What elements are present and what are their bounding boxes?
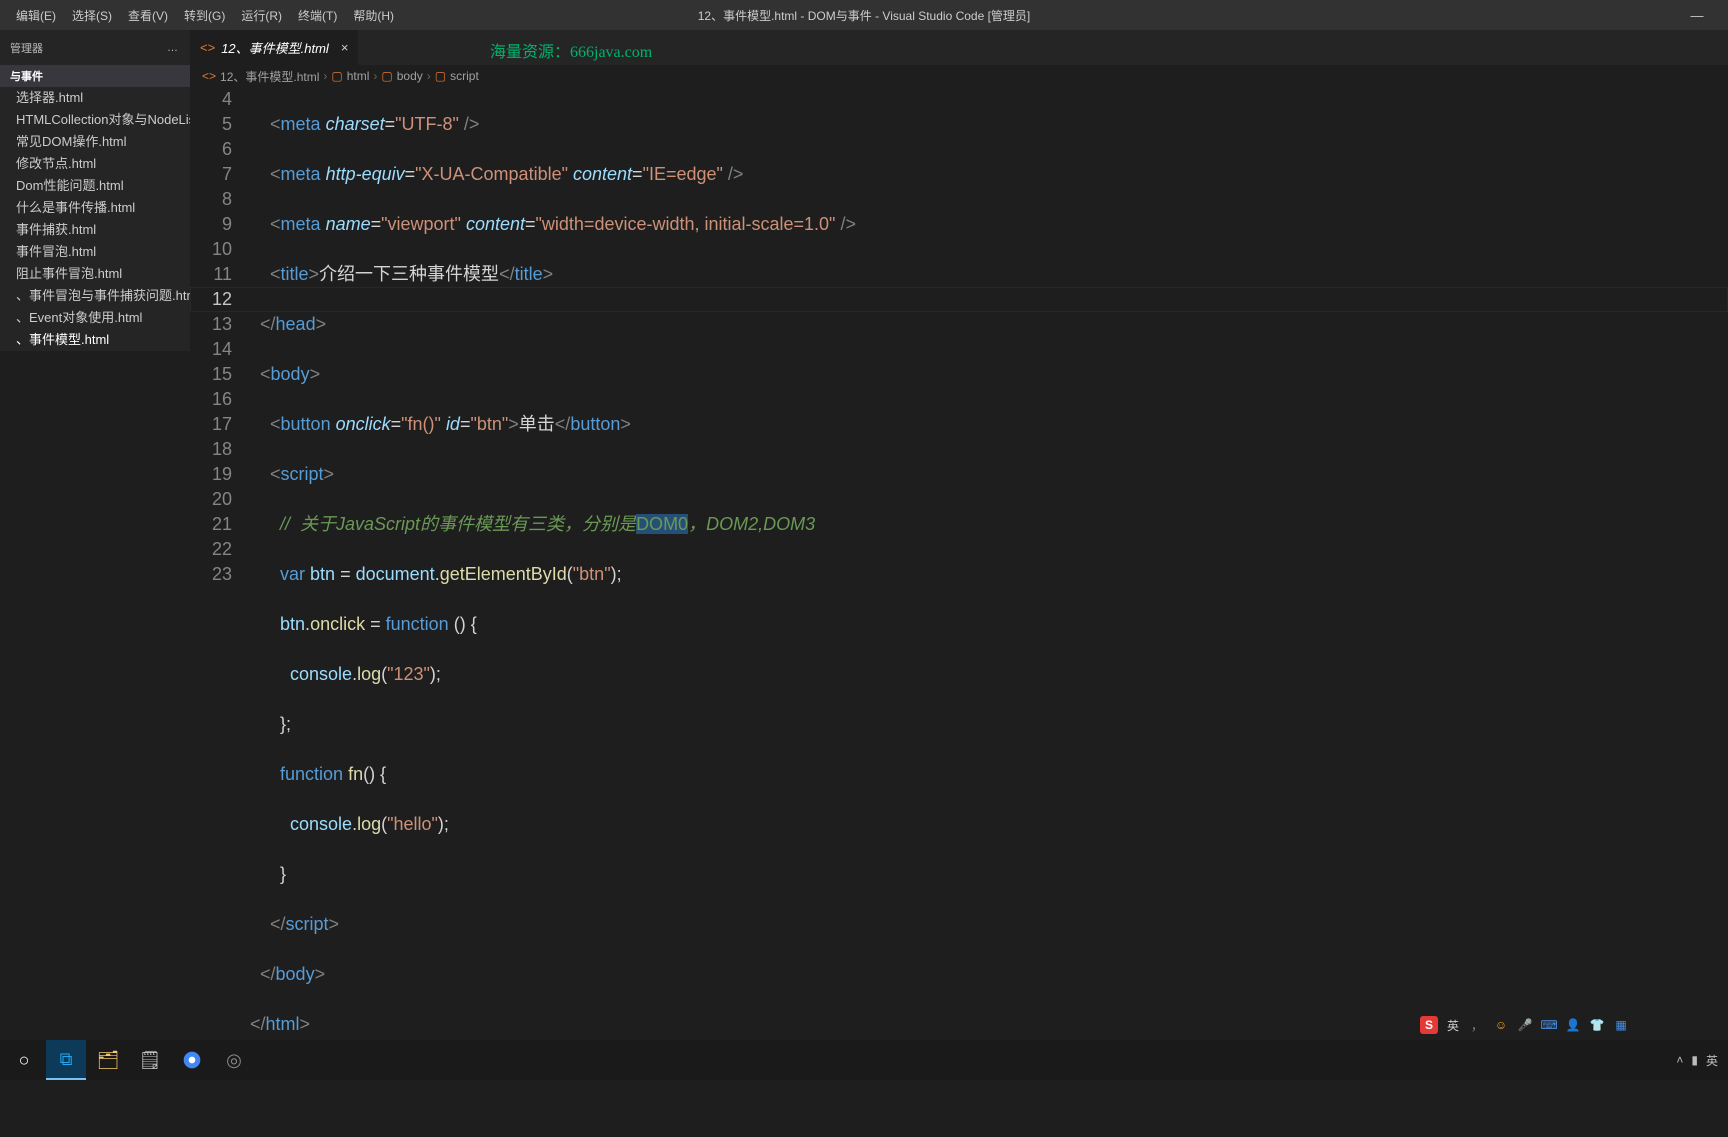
ime-punct-icon[interactable]: ， xyxy=(1468,1016,1486,1034)
menu-edit[interactable]: 编辑(E) xyxy=(8,7,64,24)
tray-battery-icon[interactable]: ▮ xyxy=(1691,1053,1698,1067)
file-item[interactable]: HTMLCollection对象与NodeList对象... xyxy=(0,109,190,131)
crumb[interactable]: 12、事件模型.html xyxy=(220,68,319,85)
ime-user-icon[interactable]: 👤 xyxy=(1564,1016,1582,1034)
menu-run[interactable]: 运行(R) xyxy=(233,7,290,24)
file-item[interactable]: 事件捕获.html xyxy=(0,219,190,241)
menu-view[interactable]: 查看(V) xyxy=(120,7,176,24)
sogou-icon[interactable]: S xyxy=(1420,1016,1438,1034)
cortana-icon[interactable]: ○ xyxy=(4,1040,44,1080)
tray-lang-icon[interactable]: 英 xyxy=(1706,1052,1718,1069)
menu-bar: 编辑(E) 选择(S) 查看(V) 转到(G) 运行(R) 终端(T) 帮助(H… xyxy=(0,0,1728,30)
tag-icon: ▢ xyxy=(381,69,392,83)
windows-taskbar: ○ ⧉ 🗂 🗒 ◎ ˄ ▮ 英 xyxy=(0,1040,1728,1080)
editor-tabs: <> 12、事件模型.html × xyxy=(190,30,1728,65)
vscode-taskbar-icon[interactable]: ⧉ xyxy=(46,1040,86,1080)
explorer-label: 管理器 xyxy=(10,40,43,56)
ime-lang[interactable]: 英 xyxy=(1444,1016,1462,1034)
ime-toolbox-icon[interactable]: ▦ xyxy=(1612,1016,1630,1034)
code-editor[interactable]: 4567891011121314151617181920212223 <meta… xyxy=(190,87,1728,1040)
ime-emoji-icon[interactable]: ☺ xyxy=(1492,1016,1510,1034)
code-content[interactable]: <meta charset="UTF-8" /> <meta http-equi… xyxy=(250,87,1728,1137)
explorer-more-icon[interactable]: … xyxy=(167,42,180,54)
crumb[interactable]: html xyxy=(347,69,370,83)
menu-help[interactable]: 帮助(H) xyxy=(345,7,402,24)
crumb[interactable]: script xyxy=(450,69,479,83)
folder-section[interactable]: 与事件 xyxy=(0,65,190,87)
html-file-icon: <> xyxy=(200,40,215,55)
file-explorer-icon[interactable]: 🗂 xyxy=(88,1040,128,1080)
tag-icon: ▢ xyxy=(331,69,342,83)
file-item[interactable]: 修改节点.html xyxy=(0,153,190,175)
explorer-header: 管理器 … xyxy=(0,30,190,65)
ime-voice-icon[interactable]: 🎤 xyxy=(1516,1016,1534,1034)
file-item[interactable]: 、事件冒泡与事件捕获问题.html xyxy=(0,285,190,307)
chrome-icon[interactable] xyxy=(172,1040,212,1080)
tag-icon: ▢ xyxy=(435,69,446,83)
close-tab-icon[interactable]: × xyxy=(341,40,349,55)
file-item[interactable]: 事件冒泡.html xyxy=(0,241,190,263)
menu-goto[interactable]: 转到(G) xyxy=(176,7,233,24)
file-item[interactable]: Dom性能问题.html xyxy=(0,175,190,197)
tab-title: 12、事件模型.html xyxy=(221,38,329,57)
file-item[interactable]: 常见DOM操作.html xyxy=(0,131,190,153)
html-file-icon: <> xyxy=(202,69,216,83)
minimap[interactable] xyxy=(1708,87,1728,287)
chevron-right-icon: › xyxy=(427,69,431,83)
file-item[interactable]: 什么是事件传播.html xyxy=(0,197,190,219)
minimize-button[interactable]: — xyxy=(1674,8,1720,23)
file-item[interactable]: 阻止事件冒泡.html xyxy=(0,263,190,285)
ime-toolbar[interactable]: S 英 ， ☺ 🎤 ⌨ 👤 👕 ▦ xyxy=(1420,1014,1630,1036)
ime-keyboard-icon[interactable]: ⌨ xyxy=(1540,1016,1558,1034)
menu-select[interactable]: 选择(S) xyxy=(64,7,120,24)
file-explorer: 选择器.html HTMLCollection对象与NodeList对象... … xyxy=(0,87,190,351)
chevron-right-icon: › xyxy=(323,69,327,83)
notepad-icon[interactable]: 🗒 xyxy=(130,1040,170,1080)
chevron-right-icon: › xyxy=(373,69,377,83)
tray-chevron-up-icon[interactable]: ˄ xyxy=(1676,1053,1683,1067)
ime-skin-icon[interactable]: 👕 xyxy=(1588,1016,1606,1034)
file-item[interactable]: 选择器.html xyxy=(0,87,190,109)
file-item[interactable]: 、Event对象使用.html xyxy=(0,307,190,329)
text-selection: DOM0 xyxy=(636,514,688,534)
breadcrumb[interactable]: <> 12、事件模型.html › ▢ html › ▢ body › ▢ sc… xyxy=(190,65,1728,87)
obs-icon[interactable]: ◎ xyxy=(214,1040,254,1080)
tab-active[interactable]: <> 12、事件模型.html × xyxy=(190,30,359,65)
crumb[interactable]: body xyxy=(397,69,423,83)
watermark-overlay: 海量资源：666java.com xyxy=(490,38,652,62)
line-gutter: 4567891011121314151617181920212223 xyxy=(190,87,250,587)
file-item-active[interactable]: 、事件模型.html xyxy=(0,329,190,351)
menu-term[interactable]: 终端(T) xyxy=(290,7,345,24)
